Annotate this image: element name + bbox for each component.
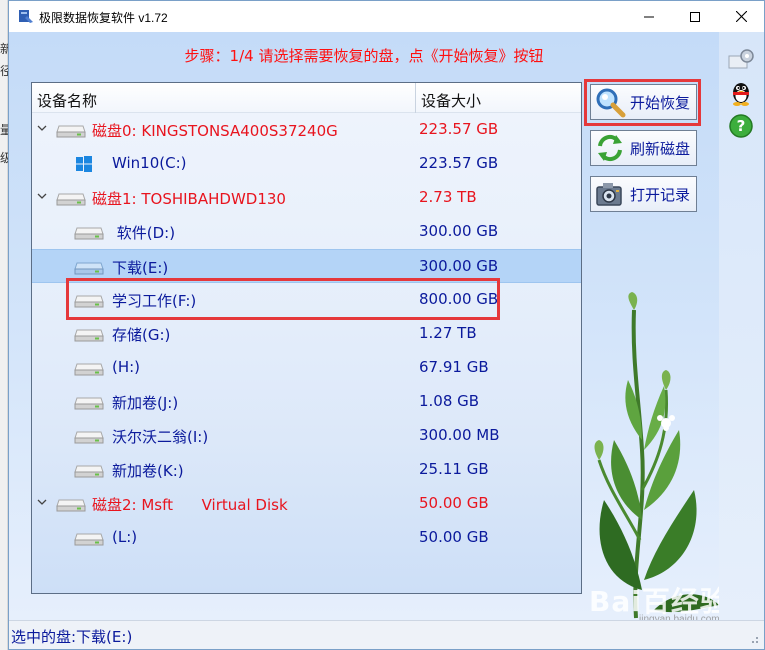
drive-icon <box>74 465 104 478</box>
window-title: 极限数据恢复软件 v1.72 <box>39 11 168 25</box>
disk-size: 2.73 TB <box>419 188 477 206</box>
side-tool-panel: ? <box>719 32 764 620</box>
collapse-chevron-icon[interactable] <box>36 190 48 202</box>
volume-name: Win10(C:) <box>112 154 187 172</box>
qq-penguin-icon[interactable] <box>727 79 755 107</box>
hard-disk-icon <box>56 499 86 512</box>
svg-text:?: ? <box>737 117 746 135</box>
disk-row[interactable]: 磁盘2: Msft Virtual Disk 50.00 GB <box>32 487 581 521</box>
start-recovery-button[interactable]: 开始恢复 <box>590 84 697 120</box>
minimize-button[interactable] <box>626 1 672 32</box>
close-button[interactable] <box>718 1 764 32</box>
step-instruction: 步骤：1/4 请选择需要恢复的盘，点《开始恢复》按钮 <box>184 47 544 65</box>
settings-icon[interactable] <box>727 46 755 74</box>
volume-row[interactable]: 存储(G:) 1.27 TB <box>32 317 581 351</box>
disk-size: 223.57 GB <box>419 120 499 138</box>
drive-icon <box>74 227 104 240</box>
collapse-chevron-icon[interactable] <box>36 496 48 508</box>
volume-name: 新加卷(J:) <box>112 394 179 412</box>
log-camera-icon <box>596 183 622 206</box>
column-separator[interactable] <box>415 83 416 113</box>
app-logo-icon <box>19 10 33 23</box>
windows-logo-icon <box>76 156 92 172</box>
disk-row[interactable]: 磁盘1: TOSHIBAHDWD130 2.73 TB <box>32 181 581 215</box>
volume-row[interactable]: 沃尔沃二翁(I:) 300.00 MB <box>32 419 581 453</box>
disk-list[interactable]: 设备名称 设备大小 磁盘0: KINGSTONSA400S37240G 223.… <box>31 82 582 594</box>
disk-size: 50.00 GB <box>419 494 489 512</box>
plant-decoration <box>594 292 719 619</box>
volume-size: 300.00 GB <box>419 222 499 240</box>
help-icon[interactable]: ? <box>727 112 755 140</box>
volume-name: 下载(E:) <box>112 259 169 277</box>
title-bar[interactable]: 极限数据恢复软件 v1.72 <box>9 1 764 32</box>
volume-row[interactable]: (L:) 50.00 GB <box>32 521 581 555</box>
refresh-disks-button[interactable]: 刷新磁盘 <box>590 130 697 166</box>
volume-name: 软件(D:) <box>112 224 176 242</box>
app-window: 极限数据恢复软件 v1.72 步骤：1/4 请选择需要恢复的盘，点《开始恢复》按… <box>8 0 765 650</box>
selection-highlight-frame <box>66 278 500 320</box>
disk-name: 磁盘0: KINGSTONSA400S37240G <box>92 122 338 140</box>
collapse-chevron-icon[interactable] <box>36 122 48 134</box>
volume-size: 300.00 MB <box>419 426 500 444</box>
drive-icon <box>74 363 104 376</box>
open-log-button[interactable]: 打开记录 <box>590 176 697 212</box>
drive-icon <box>74 262 104 275</box>
list-header: 设备名称 设备大小 <box>32 83 581 113</box>
volume-name: 存储(G:) <box>112 326 171 344</box>
drive-icon <box>74 431 104 444</box>
volume-row[interactable]: 软件(D:) 300.00 GB <box>32 215 581 249</box>
drive-icon <box>74 533 104 546</box>
disk-row[interactable]: 磁盘0: KINGSTONSA400S37240G 223.57 GB <box>32 113 581 147</box>
volume-size: 300.00 GB <box>419 257 499 275</box>
status-bar: 选中的盘:下载(E:) <box>9 620 764 649</box>
maximize-icon <box>690 11 700 22</box>
disk-name: 磁盘1: TOSHIBAHDWD130 <box>92 190 286 208</box>
volume-size: 1.27 TB <box>419 324 477 342</box>
drive-icon <box>74 329 104 342</box>
volume-name: (H:) <box>112 358 141 376</box>
resize-grip-icon[interactable] <box>748 633 760 645</box>
volume-row[interactable]: 新加卷(K:) 25.11 GB <box>32 453 581 487</box>
hard-disk-icon <box>56 193 86 206</box>
hard-disk-icon <box>56 125 86 138</box>
maximize-button[interactable] <box>672 1 718 32</box>
disk-name: 磁盘2: Msft Virtual Disk <box>92 496 288 514</box>
volume-size: 50.00 GB <box>419 528 489 546</box>
volume-name: 沃尔沃二翁(I:) <box>112 428 209 446</box>
drive-icon <box>74 397 104 410</box>
client-area: 步骤：1/4 请选择需要恢复的盘，点《开始恢复》按钮 设备名称 设备大小 磁盘0… <box>9 32 764 625</box>
volume-size: 25.11 GB <box>419 460 489 478</box>
volume-size: 1.08 GB <box>419 392 480 410</box>
volume-size: 223.57 GB <box>419 154 499 172</box>
background-window-edge: 新 径 量 级 <box>0 0 12 650</box>
volume-name: 新加卷(K:) <box>112 462 184 480</box>
open-log-label: 打开记录 <box>630 185 691 204</box>
magnifier-icon <box>596 88 626 118</box>
refresh-icon <box>598 134 622 162</box>
close-icon <box>735 11 747 22</box>
volume-name: (L:) <box>112 528 138 546</box>
volume-size: 67.91 GB <box>419 358 489 376</box>
refresh-disks-label: 刷新磁盘 <box>630 139 691 158</box>
column-header-name[interactable]: 设备名称 <box>37 90 97 111</box>
volume-row[interactable]: 新加卷(J:) 1.08 GB <box>32 385 581 419</box>
start-recovery-label: 开始恢复 <box>630 93 691 112</box>
column-header-size[interactable]: 设备大小 <box>421 90 481 111</box>
volume-row[interactable]: Win10(C:) 223.57 GB <box>32 147 581 181</box>
volume-row[interactable]: (H:) 67.91 GB <box>32 351 581 385</box>
selected-disk-status: 选中的盘:下载(E:) <box>11 628 133 646</box>
minimize-icon <box>644 16 654 17</box>
